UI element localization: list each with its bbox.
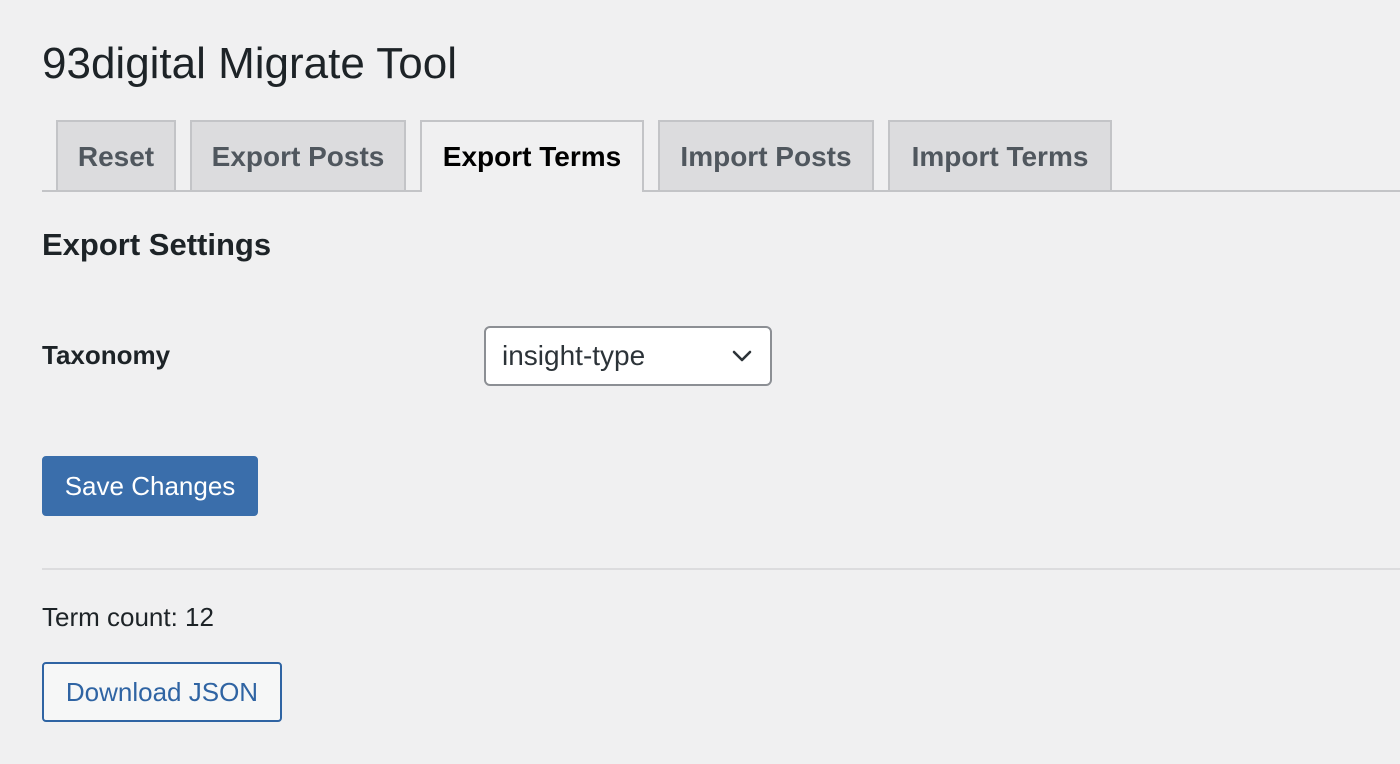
page-title: 93digital Migrate Tool xyxy=(42,39,457,88)
tab-import-posts[interactable]: Import Posts xyxy=(658,120,874,190)
save-changes-button[interactable]: Save Changes xyxy=(42,456,258,516)
section-divider xyxy=(42,568,1400,570)
tab-export-posts[interactable]: Export Posts xyxy=(190,120,406,190)
section-title: Export Settings xyxy=(42,227,272,262)
tab-import-terms[interactable]: Import Terms xyxy=(888,120,1112,190)
tab-bar: Reset Export Posts Export Terms Import P… xyxy=(42,120,1400,192)
chevron-down-icon xyxy=(732,350,752,362)
taxonomy-select-value: insight-type xyxy=(502,340,646,371)
taxonomy-label: Taxonomy xyxy=(42,340,171,370)
settings-page: 93digital Migrate Tool Reset Export Post… xyxy=(0,0,1400,764)
tab-reset[interactable]: Reset xyxy=(56,120,176,190)
download-json-button[interactable]: Download JSON xyxy=(42,662,282,722)
taxonomy-select[interactable]: insight-type xyxy=(484,326,772,386)
term-count: Term count: 12 xyxy=(42,602,214,632)
tab-export-terms[interactable]: Export Terms xyxy=(420,120,644,192)
